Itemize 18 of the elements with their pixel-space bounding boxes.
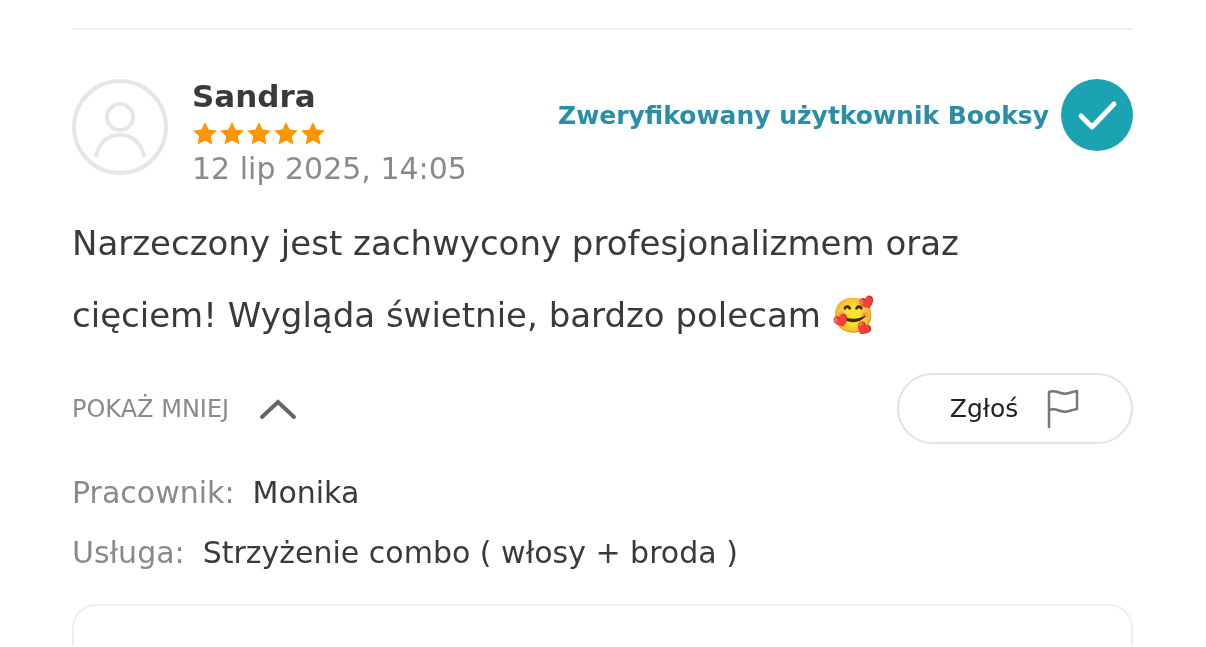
detail-value: Monika (252, 474, 360, 512)
verified-label: Zweryfikowany użytkownik Booksy (558, 100, 1049, 130)
chevron-icon (259, 397, 298, 420)
avatar-icon (72, 79, 168, 175)
star-icon (300, 121, 326, 147)
star-icon (192, 121, 218, 147)
flag-icon (1046, 388, 1081, 429)
star-icon (246, 121, 272, 147)
detail-label: Pracownik: (72, 474, 235, 512)
detail-label: Usługa: (72, 534, 185, 572)
checkmark-icon (1061, 79, 1133, 151)
report-button[interactable]: Zgłoś (897, 373, 1133, 444)
detail-value: Strzyżenie combo ( włosy + broda ) (202, 534, 738, 572)
reviewer-name: Sandra (192, 79, 317, 113)
review-date: 12 lip 2025, 14:05 (192, 151, 467, 187)
star-icon (219, 121, 245, 147)
star-icon (273, 121, 299, 147)
review-text: Narzeczony jest zachwycony profesjonalizmem oraz cięciem! Wygląda świetnie, bardzo polecam 🥰 (72, 222, 960, 337)
